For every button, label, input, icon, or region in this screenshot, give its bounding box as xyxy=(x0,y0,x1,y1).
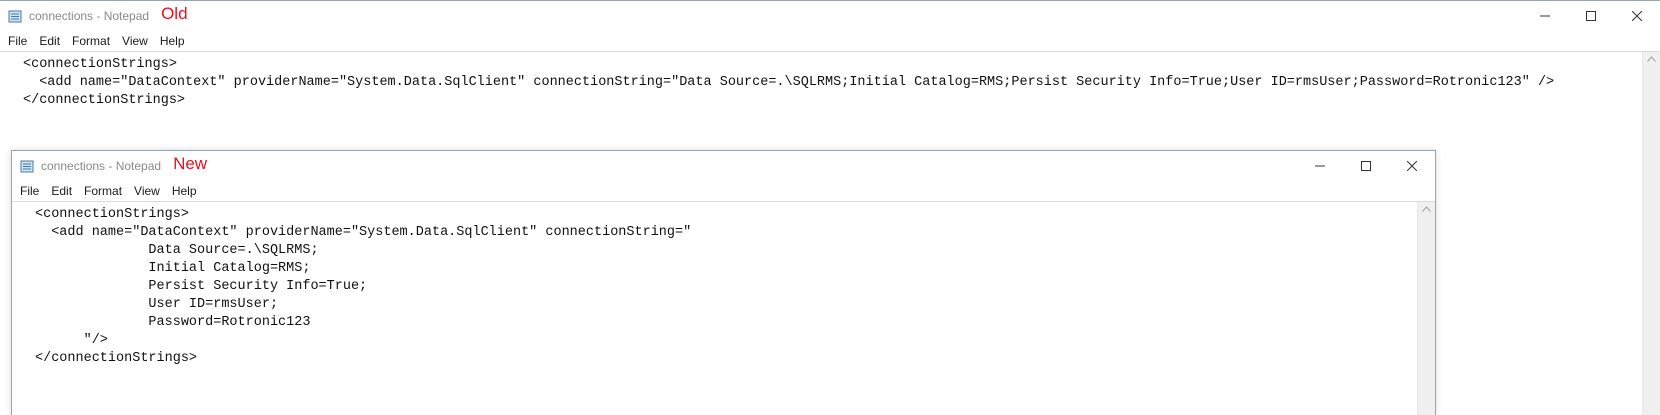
maximize-icon xyxy=(1361,161,1371,171)
scroll-up-icon xyxy=(1422,206,1431,212)
old-vertical-scrollbar[interactable] xyxy=(1642,52,1660,415)
close-button[interactable] xyxy=(1389,151,1435,181)
new-line-6: User ID=rmsUser; xyxy=(35,297,279,312)
old-line-3: </connectionStrings> xyxy=(23,93,186,108)
notepad-icon xyxy=(20,160,35,173)
menu-help[interactable]: Help xyxy=(154,34,191,48)
maximize-icon xyxy=(1586,11,1596,21)
new-notepad-window: connections - Notepad New File Edit Form… xyxy=(11,150,1436,415)
new-line-9: </connectionStrings> xyxy=(35,351,198,366)
new-line-2: <add name="DataContext" providerName="Sy… xyxy=(35,225,692,240)
old-window-title: connections - Notepad xyxy=(29,9,150,23)
menu-format[interactable]: Format xyxy=(66,34,116,48)
old-line-2: <add name="DataContext" providerName="Sy… xyxy=(23,75,1555,90)
old-title-bar[interactable]: connections - Notepad Old xyxy=(0,1,1660,31)
new-line-1: <connectionStrings> xyxy=(35,207,189,222)
new-line-4: Initial Catalog=RMS; xyxy=(35,261,311,276)
old-line-1: <connectionStrings> xyxy=(23,57,177,72)
new-line-3: Data Source=.\SQLRMS; xyxy=(35,243,319,258)
menu-view[interactable]: View xyxy=(116,34,154,48)
minimize-button[interactable] xyxy=(1522,1,1568,31)
scroll-up-icon xyxy=(1647,56,1656,62)
maximize-button[interactable] xyxy=(1568,1,1614,31)
new-line-8: "/> xyxy=(35,333,108,348)
maximize-button[interactable] xyxy=(1343,151,1389,181)
menu-edit[interactable]: Edit xyxy=(45,184,78,198)
menu-help[interactable]: Help xyxy=(166,184,203,198)
menu-file[interactable]: File xyxy=(2,34,33,48)
menu-file[interactable]: File xyxy=(14,184,45,198)
close-icon xyxy=(1407,161,1417,171)
new-vertical-scrollbar[interactable] xyxy=(1417,202,1435,415)
new-title-bar[interactable]: connections - Notepad New xyxy=(12,151,1435,181)
new-label: New xyxy=(173,154,208,173)
minimize-button[interactable] xyxy=(1297,151,1343,181)
menu-format[interactable]: Format xyxy=(78,184,128,198)
new-window-title: connections - Notepad xyxy=(41,159,162,173)
minimize-icon xyxy=(1315,165,1325,167)
menu-edit[interactable]: Edit xyxy=(33,34,66,48)
new-text-area[interactable]: <connectionStrings> <add name="DataConte… xyxy=(12,201,1435,415)
new-line-7: Password=Rotronic123 xyxy=(35,315,311,330)
old-menu-bar: File Edit Format View Help xyxy=(0,31,1660,51)
close-icon xyxy=(1632,11,1642,21)
new-menu-bar: File Edit Format View Help xyxy=(12,181,1435,201)
new-line-5: Persist Security Info=True; xyxy=(35,279,368,294)
close-button[interactable] xyxy=(1614,1,1660,31)
notepad-icon xyxy=(8,10,23,23)
old-label: Old xyxy=(161,4,188,23)
menu-view[interactable]: View xyxy=(128,184,166,198)
minimize-icon xyxy=(1540,15,1550,17)
